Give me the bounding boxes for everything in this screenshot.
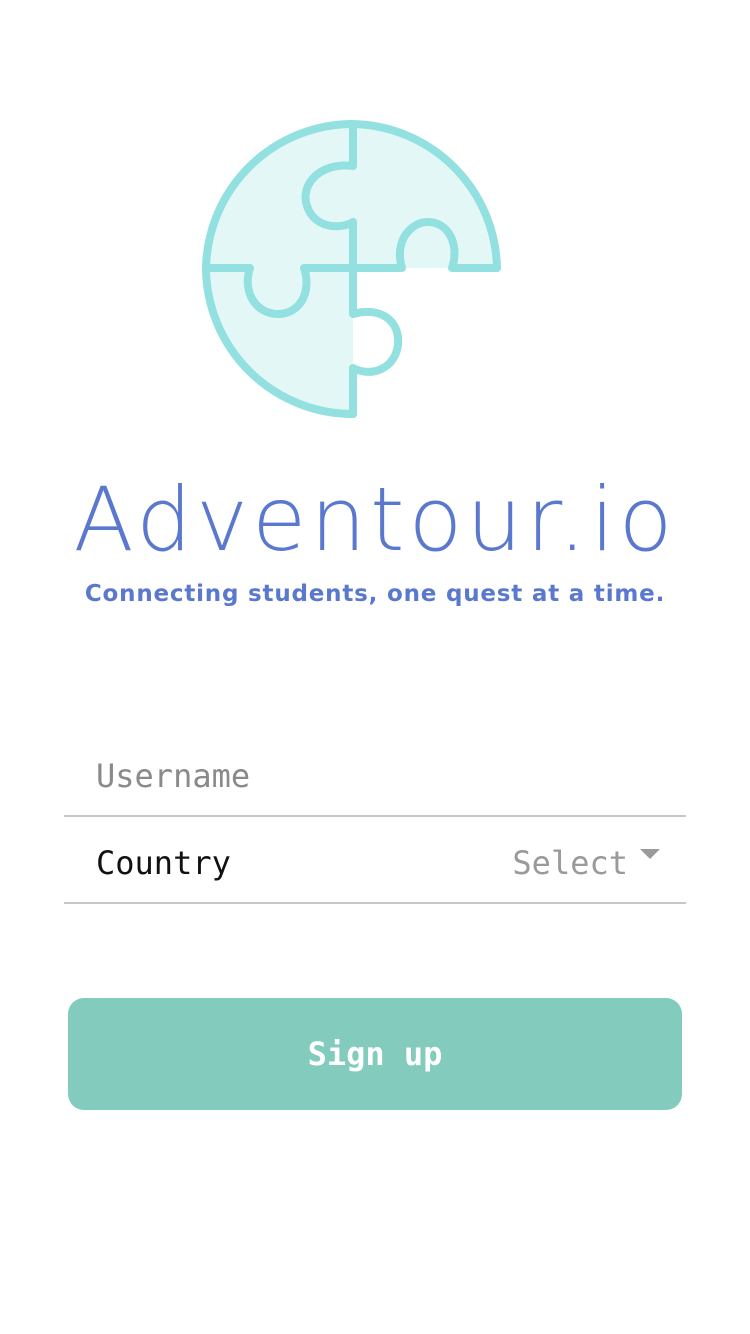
signup-form: Country Select [64,730,686,904]
country-select-value: Select [512,844,628,882]
country-label: Country [96,844,231,882]
caret-down-icon [640,849,660,859]
brand-tagline: Connecting students, one quest at a time… [84,581,666,607]
signup-button[interactable]: Sign up [68,998,682,1110]
username-row [64,730,686,817]
puzzle-globe-icon [202,120,501,418]
brand-name: Adventour.io [73,468,677,571]
logo-area: Adventour.io Connecting students, one qu… [0,0,750,640]
username-input[interactable] [96,754,656,798]
country-row: Country Select [64,817,686,904]
country-select[interactable]: Select [512,841,660,885]
